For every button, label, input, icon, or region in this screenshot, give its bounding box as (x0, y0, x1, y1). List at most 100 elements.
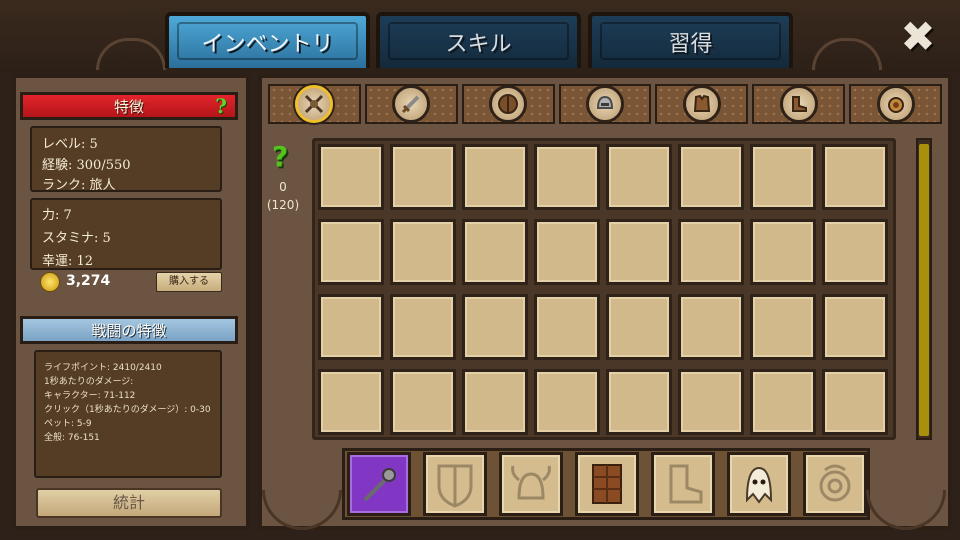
attributes-box: 力: 7 スタミナ: 5 幸運: 12 (30, 198, 222, 270)
sword-icon (392, 85, 431, 123)
shield-icon (489, 85, 528, 123)
inventory-slot[interactable] (534, 219, 600, 285)
strength-text: 力: 7 (42, 208, 72, 223)
inventory-slot[interactable] (462, 144, 528, 210)
armor-icon (682, 85, 721, 123)
inventory-slot[interactable] (750, 219, 816, 285)
inventory-slot[interactable] (678, 369, 744, 435)
inventory-slot[interactable] (606, 144, 672, 210)
inventory-slot[interactable] (606, 294, 672, 360)
inventory-slot[interactable] (390, 369, 456, 435)
stamina-text: スタミナ: 5 (42, 231, 111, 246)
inventory-slot[interactable] (534, 294, 600, 360)
close-button[interactable]: ✖ (896, 16, 940, 58)
category-shields[interactable] (461, 84, 555, 124)
stats-button[interactable]: 統計 (36, 488, 222, 518)
life-points-text: ライフポイント: 2410/2410 (44, 363, 162, 373)
inventory-slot[interactable] (750, 369, 816, 435)
inventory-slot[interactable] (390, 294, 456, 360)
inventory-slot[interactable] (750, 294, 816, 360)
category-weapons[interactable] (364, 84, 458, 124)
boots-icon (779, 85, 818, 123)
crossed-axes-icon (295, 85, 334, 123)
inventory-slot[interactable] (318, 294, 384, 360)
inventory-grid (318, 144, 890, 436)
inventory-help-icon[interactable]: ? (272, 140, 288, 173)
category-boots[interactable] (752, 84, 846, 124)
luck-text: 幸運: 12 (42, 254, 94, 269)
rank-text: ランク: 旅人 (42, 178, 116, 193)
close-icon: ✖ (900, 12, 936, 61)
inventory-scroll-thumb[interactable] (919, 144, 929, 436)
tab-learn[interactable]: 習得 (588, 12, 793, 68)
inventory-slot[interactable] (318, 219, 384, 285)
gold-coin-icon (40, 272, 60, 292)
equip-slot-helmet[interactable] (499, 452, 563, 516)
gold-amount: 3,274 (66, 273, 111, 289)
inventory-slot[interactable] (822, 369, 888, 435)
boot-icon (669, 464, 703, 504)
pet-dps-text: ペット: 5-9 (44, 419, 92, 429)
tab-inventory[interactable]: インベントリ (165, 12, 370, 68)
combat-title: 戦闘の特徴 (91, 321, 167, 340)
inventory-slot[interactable] (462, 369, 528, 435)
equip-slot-armor[interactable] (575, 452, 639, 516)
shield-placeholder-icon (437, 464, 473, 508)
combat-header: 戦闘の特徴 (20, 316, 238, 344)
inventory-slot[interactable] (318, 144, 384, 210)
inventory-count: 0 (279, 180, 287, 194)
inventory-slot[interactable] (678, 294, 744, 360)
traits-title: 特徴 (113, 97, 144, 116)
traits-header: 特徴 ? (20, 92, 238, 120)
helmet-icon (586, 85, 624, 123)
inventory-slot[interactable] (822, 219, 888, 285)
category-helmets[interactable] (558, 84, 652, 124)
horned-helmet-icon (511, 465, 551, 500)
mace-icon (363, 468, 396, 502)
level-box: レベル: 5 経験: 300/550 ランク: 旅人 (30, 126, 222, 193)
inventory-slot[interactable] (678, 219, 744, 285)
inventory-slot[interactable] (462, 294, 528, 360)
tab-inventory-label: インベントリ (201, 32, 334, 57)
equipment-slots (347, 452, 867, 516)
inventory-slot[interactable] (606, 369, 672, 435)
character-dps-text: キャラクター: 71-112 (44, 391, 136, 401)
tab-skills-label: スキル (445, 32, 512, 57)
equip-slot-shield[interactable] (423, 452, 487, 516)
equip-slot-boots[interactable] (651, 452, 715, 516)
category-bar (268, 84, 943, 126)
inventory-slot[interactable] (462, 219, 528, 285)
tab-learn-label: 習得 (668, 32, 713, 57)
leather-armor-icon (592, 464, 622, 504)
category-amulets[interactable] (849, 84, 943, 124)
tab-skills[interactable]: スキル (376, 12, 581, 68)
amulet-placeholder-icon (819, 464, 851, 502)
dps-title-text: 1秒あたりのダメージ: (44, 377, 134, 387)
combat-stats-box: ライフポイント: 2410/2410 1秒あたりのダメージ: キャラクター: 7… (34, 350, 222, 478)
level-text: レベル: 5 (42, 137, 98, 152)
inventory-slot[interactable] (822, 144, 888, 210)
inventory-slot[interactable] (750, 144, 816, 210)
total-dps-text: 全般: 76-151 (44, 433, 100, 443)
inventory-slot[interactable] (678, 144, 744, 210)
inventory-slot[interactable] (318, 369, 384, 435)
inventory-slot[interactable] (390, 144, 456, 210)
inventory-slot[interactable] (390, 219, 456, 285)
buy-gold-button[interactable]: 購入する (156, 272, 222, 292)
ghost-pet-icon (745, 466, 773, 504)
equip-slot-weapon[interactable] (347, 452, 411, 516)
category-armor[interactable] (655, 84, 749, 124)
traits-help-icon[interactable]: ? (215, 94, 227, 118)
click-dps-text: クリック（1秒あたりのダメージ）: 0-30 (44, 405, 211, 415)
inventory-capacity: (120) (266, 198, 300, 212)
gold-row: 3,274 購入する (24, 270, 228, 294)
equip-slot-amulet[interactable] (803, 452, 867, 516)
amulet-icon (876, 85, 915, 123)
inventory-slot[interactable] (606, 219, 672, 285)
equip-slot-pet[interactable] (727, 452, 791, 516)
inventory-slot[interactable] (822, 294, 888, 360)
inventory-slot[interactable] (534, 144, 600, 210)
inventory-slot[interactable] (534, 369, 600, 435)
category-all[interactable] (268, 84, 361, 124)
exp-text: 経験: 300/550 (42, 158, 131, 173)
